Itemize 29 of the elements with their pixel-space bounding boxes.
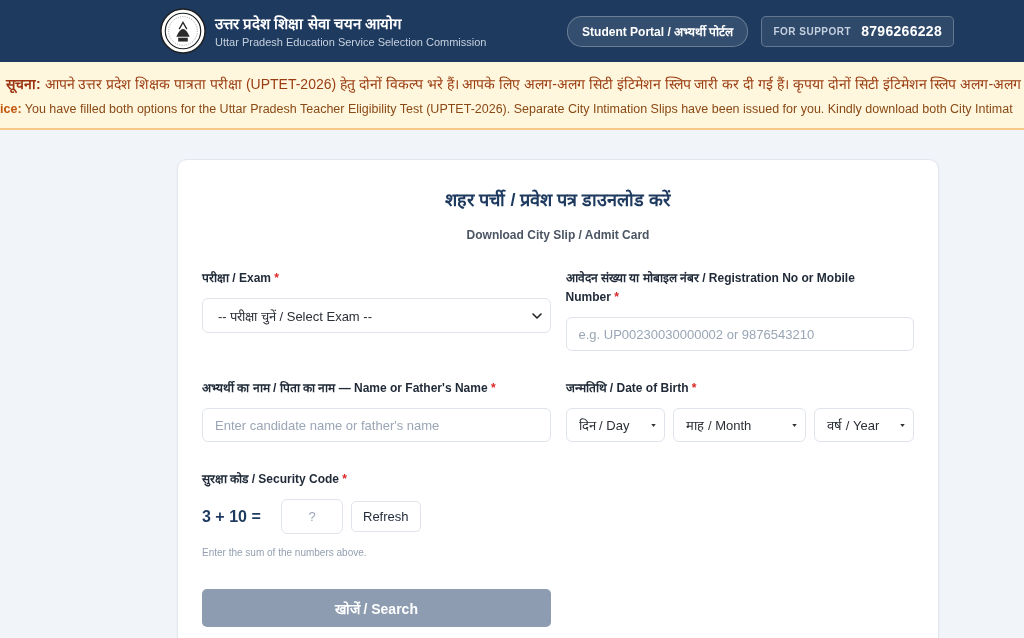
field-label: सुरक्षा कोड / Security Code *: [202, 471, 348, 489]
refresh-button[interactable]: Refresh: [351, 501, 421, 532]
captcha-question: 3 + 10 =: [202, 507, 262, 526]
site-subtitle: Uttar Pradesh Education Service Selection Commission: [215, 34, 487, 49]
answer-field[interactable]: ?: [281, 499, 343, 534]
card-subtitle: Download City Slip / Admit Card: [465, 227, 651, 243]
date-select[interactable]: वर्ष / Year: [814, 408, 914, 442]
field-label: जन्मतिथि / Date of Birth *: [565, 380, 697, 397]
date-select[interactable]: माह / Month: [673, 408, 807, 442]
support-phone: 8796266228: [861, 23, 942, 39]
date-select[interactable]: दिन / Day: [565, 408, 666, 442]
support-label: FOR SUPPORT: [773, 25, 852, 37]
portal-link[interactable]: Student Portal / अभ्यर्थी पोर्टल: [567, 15, 749, 47]
text-field[interactable]: Enter candidate name or father's name: [202, 408, 551, 442]
caret-down-icon: [900, 423, 905, 427]
text-field[interactable]: e.g. UP00230030000002 or 9876543210: [565, 317, 914, 351]
hint-text: Enter the sum of the numbers above.: [202, 547, 367, 559]
caret-down-icon: [792, 423, 798, 427]
card-title: शहर पर्ची / प्रवेश पत्र डाउनलोड करें: [444, 188, 672, 212]
field-label: आवेदन संख्या या मोबाइल नंबर / Registration No or Mobile Number *: [565, 270, 856, 306]
seal-logo: [160, 8, 206, 54]
field-label: परीक्षा / Exam *: [202, 270, 280, 287]
field-label: अभ्यर्थी का नाम / पिता का नाम — Name or Father's Name *: [202, 380, 496, 397]
notice-text: सूचना: आपने उत्तर प्रदेश शिक्षक पात्रता परीक्षा (UPTET-2026) हेतु दोनों विकल्प भरे हैं। आपके लिए अलग-अलग सिटी इंटिमेशन स्लिप जारी कर दी गई हैं। कृपया दोनों सिटी इंटिमेशन स्लिप अलग-अलग: [6, 75, 1022, 94]
site-title: उत्तर प्रदेश शिक्षा सेवा चयन आयोग: [215, 13, 403, 33]
exam-select[interactable]: -- परीक्षा चुनें / Select Exam --: [202, 298, 551, 333]
chevron-down-icon: [531, 312, 542, 319]
notice-text: ice: You have filled both options for the Uttar Pradesh Teacher Eligibility Test (UPTET-2026). Separate City Intimation Slips have been issued for you. Kindly download both City Intimat: [0, 101, 1013, 118]
caret-down-icon: [651, 423, 657, 427]
